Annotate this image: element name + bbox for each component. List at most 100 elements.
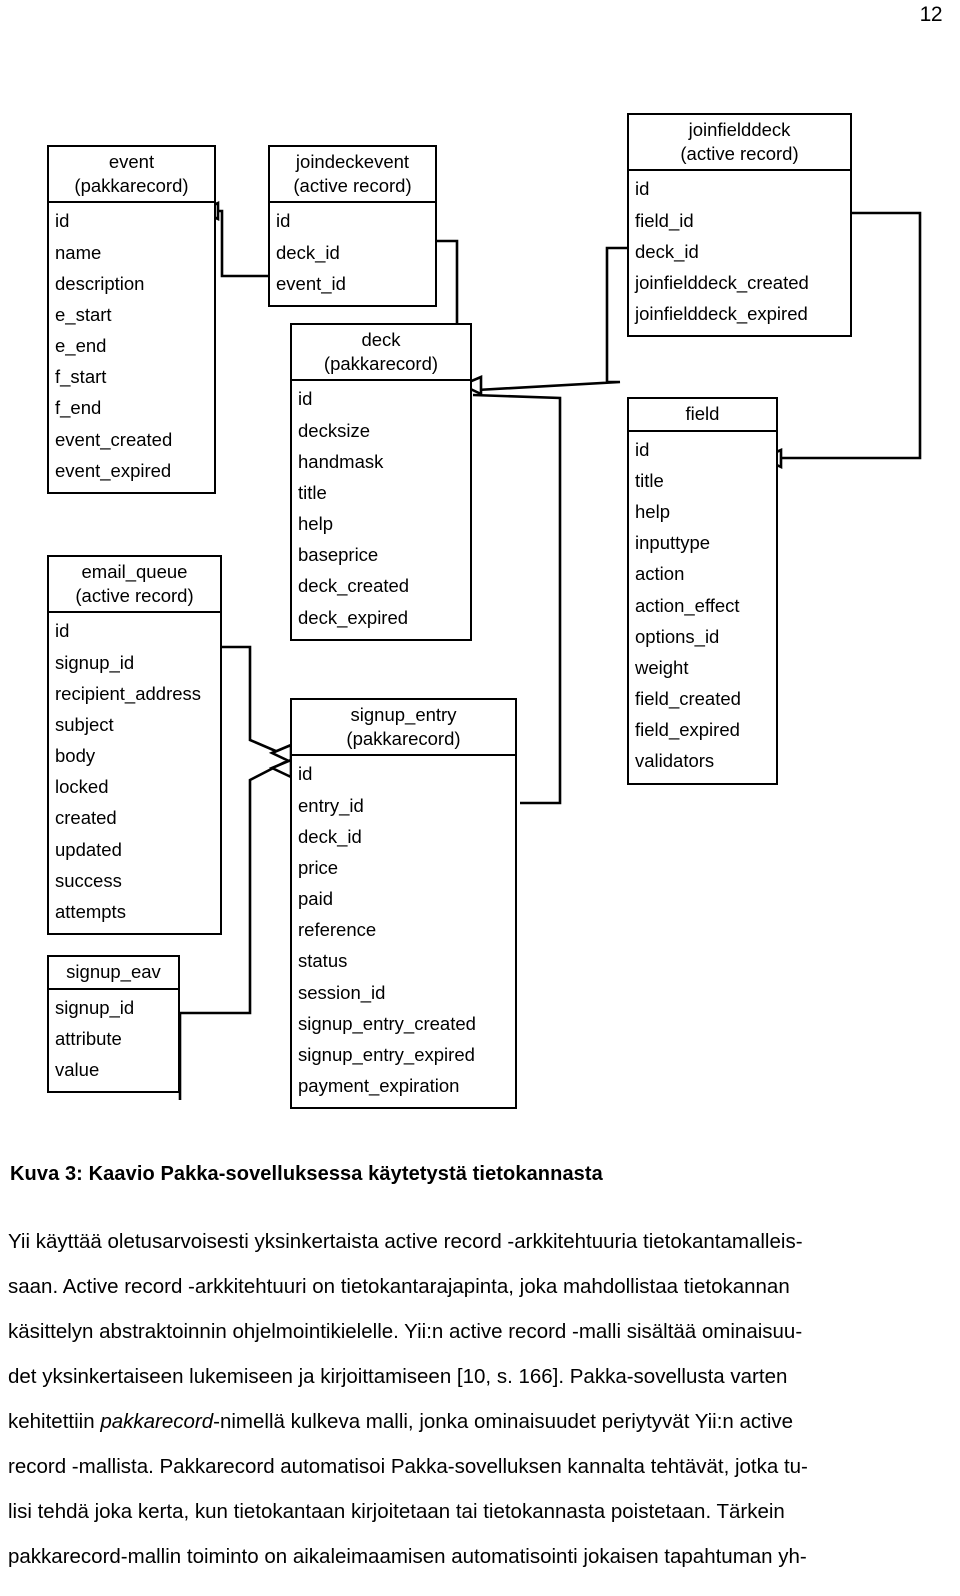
attribute: reference <box>298 919 377 941</box>
body-paragraph: Yii käyttää oletusarvoisesti yksinkertai… <box>8 1219 952 1579</box>
attribute: id <box>635 438 650 460</box>
attribute: field_expired <box>635 719 740 741</box>
attribute: options_id <box>635 625 720 647</box>
attribute: created <box>55 807 117 829</box>
database-schema-diagram: event (pakkarecord) id name description … <box>0 100 960 1110</box>
entity-signup-entry-subtitle: (pakkarecord) <box>346 727 461 749</box>
entity-field-attributes: id title help inputtype action action_ef… <box>629 432 776 783</box>
attribute: description <box>55 272 145 294</box>
attribute: success <box>55 869 122 891</box>
connector-joinfielddeck-deck <box>476 246 627 392</box>
entity-joinfielddeck-header: joinfielddeck (active record) <box>629 115 850 172</box>
attribute: deck_id <box>635 240 699 262</box>
attribute: title <box>635 469 664 491</box>
attribute: id <box>55 620 70 642</box>
entity-joinfielddeck-subtitle: (active record) <box>680 142 799 164</box>
attribute: name <box>55 241 102 263</box>
entity-signup-eav[interactable]: signup_eav signup_id attribute value <box>47 955 180 1094</box>
attribute: baseprice <box>298 544 379 566</box>
attribute: attempts <box>55 900 126 922</box>
attribute: session_id <box>298 981 386 1003</box>
body-line-italic-term: kehitettiin pakkarecord-nimellä kulkeva … <box>8 1410 794 1433</box>
attribute: id <box>635 178 650 200</box>
attribute: joinfielddeck_created <box>635 271 809 293</box>
attribute: entry_id <box>298 794 364 816</box>
entity-joindeckevent-subtitle: (active record) <box>293 174 412 196</box>
attribute: joinfielddeck_expired <box>635 303 808 325</box>
attribute: value <box>55 1059 100 1081</box>
entity-deck[interactable]: deck (pakkarecord) id decksize handmask … <box>290 323 472 641</box>
attribute: deck_created <box>298 575 410 597</box>
attribute: deck_expired <box>298 606 409 628</box>
attribute: deck_id <box>298 825 362 847</box>
attribute: f_end <box>55 397 102 419</box>
attribute: help <box>298 513 333 535</box>
attribute: status <box>298 950 348 972</box>
attribute: action_effect <box>635 594 740 616</box>
entity-deck-attributes: id decksize handmask title help basepric… <box>292 381 470 638</box>
entity-signup-entry[interactable]: signup_entry (pakkarecord) id entry_id d… <box>290 698 517 1110</box>
entity-field-header: field <box>629 399 776 432</box>
entity-deck-title: deck <box>361 329 401 350</box>
attribute: id <box>55 210 70 232</box>
attribute: id <box>276 210 291 232</box>
entity-email-queue-header: email_queue (active record) <box>49 557 220 614</box>
entity-joinfielddeck[interactable]: joinfielddeck (active record) id field_i… <box>627 113 852 338</box>
body-line: lisi tehdä joka kerta, kun tietokantaan … <box>8 1500 785 1523</box>
entity-field[interactable]: field id title help inputtype action act… <box>627 397 778 785</box>
attribute: event_created <box>55 428 173 450</box>
attribute: event_id <box>276 272 346 294</box>
attribute: signup_id <box>55 651 135 673</box>
entity-event-attributes: id name description e_start e_end f_star… <box>49 203 214 492</box>
attribute: payment_expiration <box>298 1075 460 1097</box>
attribute: paid <box>298 888 333 910</box>
attribute: help <box>635 501 670 523</box>
body-line: pakkarecord-mallin toiminto on aikaleima… <box>8 1545 807 1568</box>
attribute: e_end <box>55 335 107 357</box>
body-line: käsittelyn abstraktoinnin ohjelmointikie… <box>8 1320 803 1343</box>
attribute: locked <box>55 776 109 798</box>
entity-event-title: event <box>108 151 155 172</box>
attribute: id <box>298 763 313 785</box>
attribute: attribute <box>55 1027 122 1049</box>
entity-event[interactable]: event (pakkarecord) id name description … <box>47 145 216 494</box>
entity-joinfielddeck-title: joinfielddeck <box>688 119 791 140</box>
entity-signup-entry-attributes: id entry_id deck_id price paid reference… <box>292 756 515 1107</box>
entity-signup-eav-title: signup_eav <box>66 961 161 982</box>
attribute: decksize <box>298 419 370 441</box>
body-line: Yii käyttää oletusarvoisesti yksinkertai… <box>8 1230 803 1253</box>
entity-joindeckevent-attributes: id deck_id event_id <box>270 203 435 305</box>
entity-email-queue-title: email_queue <box>81 561 188 582</box>
attribute: inputtype <box>635 532 711 554</box>
body-line: saan. Active record -arkkitehtuuri on ti… <box>8 1275 790 1298</box>
attribute: signup_entry_expired <box>298 1043 475 1065</box>
entity-joindeckevent[interactable]: joindeckevent (active record) id deck_id… <box>268 145 437 307</box>
attribute: handmask <box>298 450 384 472</box>
entity-event-header: event (pakkarecord) <box>49 147 214 204</box>
entity-joinfielddeck-attributes: id field_id deck_id joinfielddeck_create… <box>629 171 850 335</box>
entity-signup-entry-header: signup_entry (pakkarecord) <box>292 700 515 757</box>
entity-joindeckevent-title: joindeckevent <box>295 151 410 172</box>
attribute: e_start <box>55 303 112 325</box>
attribute: id <box>298 388 313 410</box>
entity-email-queue-subtitle: (active record) <box>75 584 194 606</box>
attribute: signup_entry_created <box>298 1012 476 1034</box>
attribute: field_id <box>635 209 694 231</box>
entity-field-title: field <box>685 403 720 424</box>
attribute: weight <box>635 656 689 678</box>
attribute: validators <box>635 750 715 772</box>
attribute: action <box>635 563 685 585</box>
attribute: f_start <box>55 366 107 388</box>
attribute: deck_id <box>276 241 340 263</box>
entity-email-queue[interactable]: email_queue (active record) id signup_id… <box>47 555 222 936</box>
entity-event-subtitle: (pakkarecord) <box>74 174 189 196</box>
entity-joindeckevent-header: joindeckevent (active record) <box>270 147 435 204</box>
entity-deck-subtitle: (pakkarecord) <box>323 352 439 374</box>
arrowhead-signupentry-id-a <box>268 743 293 765</box>
connector-joindeckevent-event <box>216 209 268 278</box>
attribute: updated <box>55 838 122 860</box>
attribute: recipient_address <box>55 682 202 704</box>
attribute: price <box>298 856 339 878</box>
body-line: record -mallista. Pakkarecord automatiso… <box>8 1455 808 1478</box>
attribute: subject <box>55 713 114 735</box>
